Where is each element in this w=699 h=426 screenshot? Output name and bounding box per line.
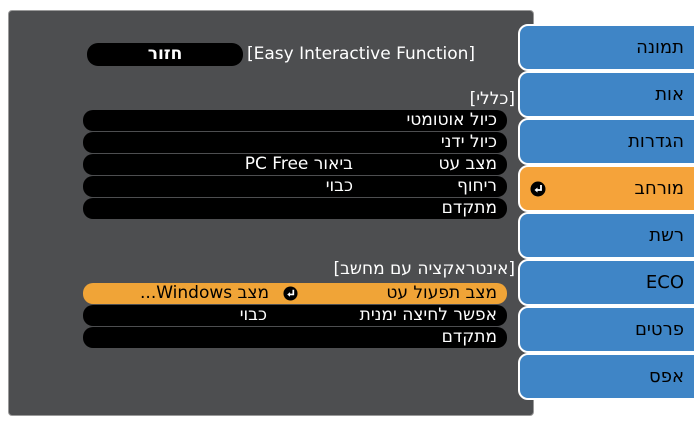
tab-info[interactable]: פרטים — [518, 306, 696, 353]
projector-menu: חזור [Easy Interactive Function] [כללי] … — [0, 0, 699, 426]
submenu-panel: חזור [Easy Interactive Function] [כללי] … — [8, 10, 534, 416]
tab-label: אות — [655, 84, 684, 105]
row-value: כבוי — [239, 305, 267, 325]
menu-row-hover[interactable]: ריחוף כבוי — [83, 176, 507, 197]
back-button[interactable]: חזור — [87, 43, 243, 66]
tab-label: אפס — [649, 366, 684, 387]
row-label: אפשר לחיצה ימנית — [359, 305, 497, 325]
tab-network[interactable]: רשת — [518, 212, 696, 259]
menu-row-advanced-pc[interactable]: מתקדם — [83, 327, 507, 348]
menu-row-advanced-general[interactable]: מתקדם — [83, 198, 507, 219]
tab-label: הגדרות — [628, 131, 684, 152]
submenu-title: [Easy Interactive Function] — [247, 44, 476, 64]
row-label: כיול אוטומטי — [406, 110, 497, 130]
menu-row-manual-calibration[interactable]: כיול ידני — [83, 132, 507, 153]
menu-row-pen-mode[interactable]: מצב עט ביאור PC Free — [83, 154, 507, 175]
tab-image[interactable]: תמונה — [518, 24, 696, 71]
row-value: מצב Windows... — [140, 283, 269, 303]
enter-icon — [530, 181, 546, 197]
tab-eco[interactable]: ECO — [518, 259, 696, 306]
section-heading-general: [כללי] — [469, 89, 515, 109]
enter-icon — [283, 286, 298, 301]
tab-label: רשת — [649, 225, 684, 246]
row-label: מצב עט — [438, 154, 497, 174]
tab-settings[interactable]: הגדרות — [518, 118, 696, 165]
menu-row-pen-operation-mode[interactable]: מצב תפעול עט מצב Windows... — [83, 283, 507, 304]
row-label: כיול ידני — [440, 132, 497, 152]
row-label: מתקדם — [441, 327, 497, 347]
row-label: ריחוף — [456, 176, 497, 196]
row-value: כבוי — [325, 176, 353, 196]
row-label: מתקדם — [441, 198, 497, 218]
tab-label: מורחב — [634, 178, 684, 199]
row-value: ביאור PC Free — [244, 154, 353, 174]
tab-signal[interactable]: אות — [518, 71, 696, 118]
back-label: חזור — [147, 44, 183, 64]
tab-extended[interactable]: מורחב — [518, 165, 696, 212]
menu-row-auto-calibration[interactable]: כיול אוטומטי — [83, 110, 507, 131]
row-label: מצב תפעול עט — [386, 283, 497, 303]
tab-label: ECO — [645, 272, 684, 293]
tab-label: פרטים — [634, 319, 684, 340]
tab-label: תמונה — [636, 37, 684, 58]
tab-reset[interactable]: אפס — [518, 353, 696, 400]
section-heading-pc-interaction: [אינטראקציה עם מחשב] — [333, 259, 515, 279]
menu-row-enable-right-click[interactable]: אפשר לחיצה ימנית כבוי — [83, 305, 507, 326]
